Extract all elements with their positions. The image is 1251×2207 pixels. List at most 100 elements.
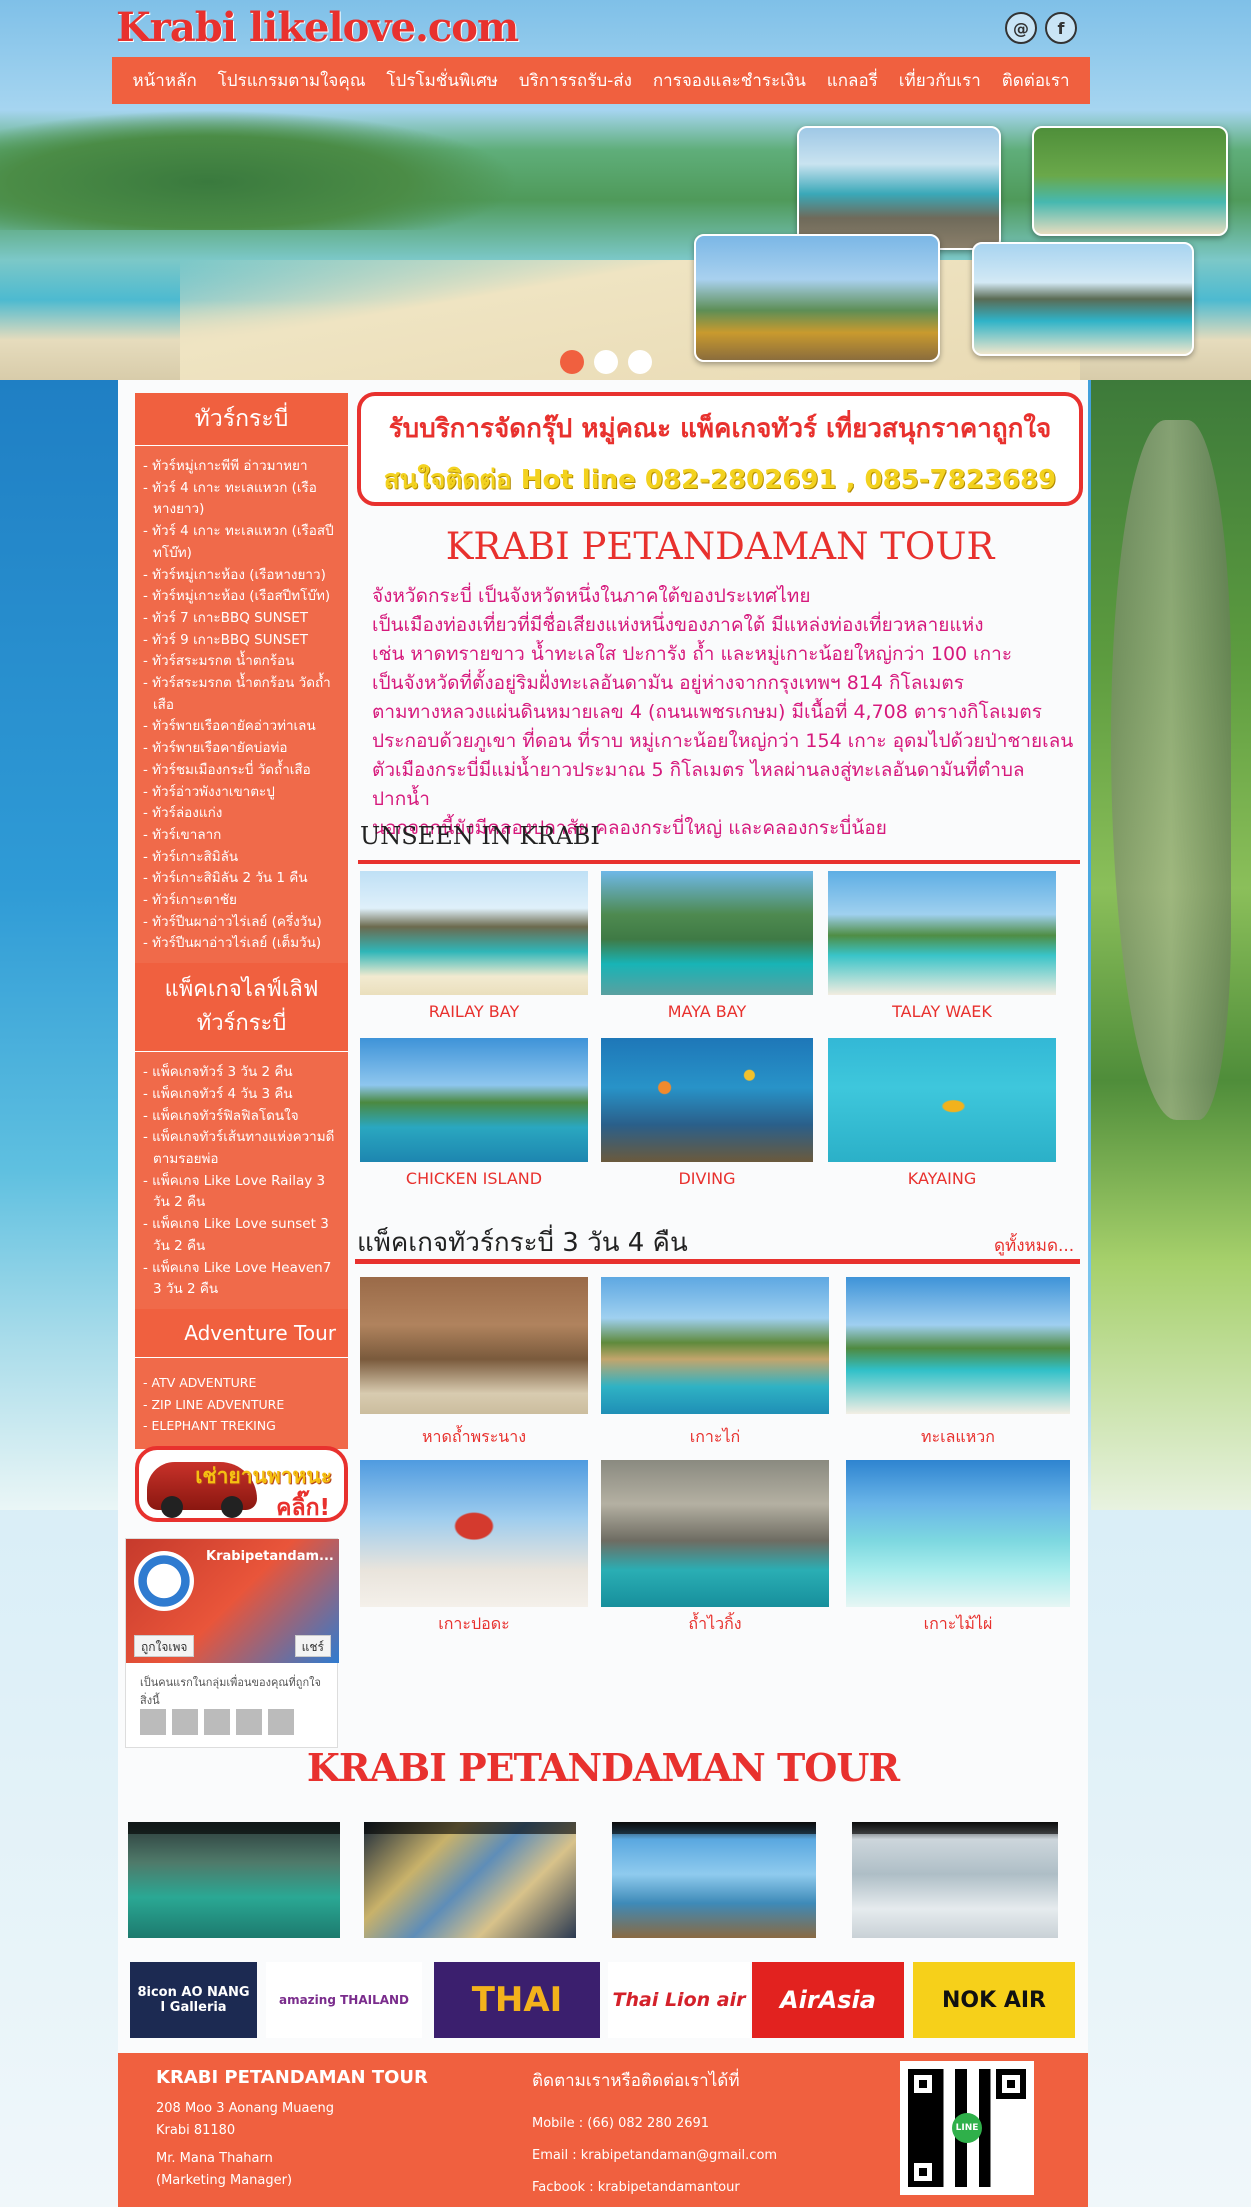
photo-railay-bay[interactable] <box>360 871 588 995</box>
caption-viking-cave[interactable]: ถ้ำไวกิ้ง <box>601 1612 829 1637</box>
sidebar-item-package[interactable]: - แพ็คเกจทัวร์ฟิลฟิลโดนใจ <box>143 1106 340 1128</box>
caption-bamboo-island[interactable]: เกาะไม้ไผ่ <box>846 1612 1070 1637</box>
sidebar-item-package[interactable]: - แพ็คเกจ Like Love Heaven7 3 วัน 2 คืน <box>143 1258 340 1301</box>
right-cliff-background <box>1091 380 1251 1510</box>
car-rental-banner[interactable]: เช่ายานพาหนะ คลิ๊ก! <box>135 1446 348 1522</box>
photo-bamboo-island[interactable] <box>846 1460 1070 1607</box>
package-heading: แพ็คเกจทัวร์กระบี่ 3 วัน 4 คืน <box>357 1228 688 1258</box>
sidebar-item-tour[interactable]: - ทัวร์สระมรกต น้ำตกร้อน <box>143 651 340 673</box>
sidebar-item-tour[interactable]: - ทัวร์เกาะตาชัย <box>143 890 340 912</box>
caption-chicken-island-2[interactable]: เกาะไก่ <box>601 1425 829 1450</box>
nav-gallery[interactable]: แกลอรี่ <box>827 67 878 94</box>
see-all-link[interactable]: ดูทั้งหมด... <box>994 1232 1074 1259</box>
slider-dot-3[interactable] <box>628 350 652 374</box>
sidebar-item-tour[interactable]: - ทัวร์หมู่เกาะห้อง (เรือสปีทโบ๊ท) <box>143 586 340 608</box>
sidebar-adventure-list: - ATV ADVENTURE - ZIP LINE ADVENTURE - E… <box>135 1357 348 1450</box>
sidebar-item-package[interactable]: - แพ็คเกจทัวร์ 4 วัน 3 คืน <box>143 1084 340 1106</box>
photo-talay-waek[interactable] <box>828 871 1056 995</box>
sidebar-item-tour[interactable]: - ทัวร์สระมรกต น้ำตกร้อน วัดถ้ำเสือ <box>143 673 340 716</box>
sidebar-item-package[interactable]: - แพ็คเกจทัวร์ 3 วัน 2 คืน <box>143 1062 340 1084</box>
caption-chicken-island[interactable]: CHICKEN ISLAND <box>360 1169 588 1188</box>
sidebar-item-tour[interactable]: - ทัวร์หมู่เกาะพีพี อ่าวมาหยา <box>143 456 340 478</box>
photo-chicken-island-2[interactable] <box>601 1277 829 1414</box>
footer-email[interactable]: Email : krabipetandaman@gmail.com <box>532 2140 862 2172</box>
facebook-icon[interactable]: f <box>1045 12 1077 44</box>
sidebar-item-tour[interactable]: - ทัวร์พายเรือคายัคบ่อท่อ <box>143 738 340 760</box>
photo-poda-island[interactable] <box>360 1460 588 1607</box>
video-player-3[interactable] <box>612 1822 816 1938</box>
photo-chicken-island[interactable] <box>360 1038 588 1162</box>
video-player-4[interactable] <box>852 1822 1058 1938</box>
sidebar-item-tour[interactable]: - ทัวร์ล่องแก่ง <box>143 803 340 825</box>
sidebar-item-tour[interactable]: - ทัวร์หมู่เกาะห้อง (เรือหางยาว) <box>143 565 340 587</box>
nav-travel-with-us[interactable]: เที่ยวกับเรา <box>899 67 981 94</box>
logo-thai-airways[interactable]: THAI <box>434 1962 600 2038</box>
logo-8icon[interactable]: 8icon AO NANG I Galleria <box>130 1962 257 2038</box>
promo-headline: รับบริการจัดกรุ๊ป หมู่คณะ แพ็คเกจทัวร์ เ… <box>388 414 1052 444</box>
left-sea-background <box>0 380 135 1510</box>
sidebar-item-adventure[interactable]: - ATV ADVENTURE <box>143 1372 340 1394</box>
caption-diving[interactable]: DIVING <box>601 1169 813 1188</box>
caption-maya-bay[interactable]: MAYA BAY <box>601 1002 813 1021</box>
facebook-page-name[interactable]: Krabipetandam... <box>206 1549 334 1564</box>
photo-diving[interactable] <box>601 1038 813 1162</box>
photo-talay-waek-2[interactable] <box>846 1277 1070 1414</box>
sidebar-item-tour[interactable]: - ทัวร์เกาะสิมิลัน <box>143 847 340 869</box>
sidebar-item-tour[interactable]: - ทัวร์ 9 เกาะBBQ SUNSET <box>143 630 340 652</box>
sidebar-item-tour[interactable]: - ทัวร์ชมเมืองกระบี่ วัดถ้ำเสือ <box>143 760 340 782</box>
caption-phra-nang-cave[interactable]: หาดถ้ำพระนาง <box>360 1425 588 1450</box>
email-icon[interactable]: @ <box>1005 12 1037 44</box>
sidebar-heading-packages: แพ็คเกจไลฟ์เลิฟ ทัวร์กระบี่ <box>135 963 348 1053</box>
sidebar-item-package[interactable]: - แพ็คเกจ Like Love sunset 3 วัน 2 คืน <box>143 1214 340 1257</box>
sidebar-item-adventure[interactable]: - ELEPHANT TREKING <box>143 1415 340 1437</box>
caption-talay-waek[interactable]: TALAY WAEK <box>828 1002 1056 1021</box>
video-player-2[interactable] <box>364 1822 576 1938</box>
sidebar-item-tour[interactable]: - ทัวร์เขาลาก <box>143 825 340 847</box>
photo-maya-bay[interactable] <box>601 871 813 995</box>
sidebar-item-package[interactable]: - แพ็คเกจ Like Love Railay 3 วัน 2 คืน <box>143 1171 340 1214</box>
sidebar-item-tour[interactable]: - ทัวร์ปีนผาอ่าวไร่เลย์ (ครึ่งวัน) <box>143 912 340 934</box>
hero-thumb-rocky-beach <box>797 126 1001 250</box>
footer-contact-role: (Marketing Manager) <box>156 2173 293 2188</box>
sidebar-item-tour[interactable]: - ทัวร์ 4 เกาะ ทะเลแหวก (เรือหางยาว) <box>143 478 340 521</box>
hero-banner: Krabi likelove.com @ f หน้าหลัก โปรแกรมต… <box>0 0 1251 380</box>
nav-custom-program[interactable]: โปรแกรมตามใจคุณ <box>218 67 366 94</box>
facebook-like-button[interactable]: ถูกใจเพจ <box>134 1635 195 1657</box>
footer-follow-heading: ติดตามเราหรือติดต่อเราได้ที่ <box>532 2071 740 2091</box>
logo-thai-lion-air[interactable]: Thai Lion air <box>608 1962 750 2038</box>
caption-poda-island[interactable]: เกาะปอดะ <box>360 1612 588 1637</box>
site-logo[interactable]: Krabi likelove.com <box>116 4 519 51</box>
logo-amazing-thailand[interactable]: amazing THAILAND <box>266 1962 422 2038</box>
sidebar-item-tour[interactable]: - ทัวร์อ่าวพังงาเขาตะปู <box>143 782 340 804</box>
facebook-cover[interactable]: Krabipetandam... ถูกใจเพจ แชร์ <box>126 1539 339 1663</box>
sidebar-item-tour[interactable]: - ทัวร์เกาะสิมิลัน 2 วัน 1 คืน <box>143 868 340 890</box>
package-divider <box>355 1259 1080 1264</box>
caption-talay-waek-2[interactable]: ทะเลแหวก <box>846 1425 1070 1450</box>
nav-home[interactable]: หน้าหลัก <box>132 67 196 94</box>
sidebar-item-tour[interactable]: - ทัวร์ปีนผาอ่าวไร่เลย์ (เต็มวัน) <box>143 933 340 955</box>
logo-nok-air[interactable]: NOK AIR <box>913 1962 1075 2038</box>
photo-phra-nang-cave[interactable] <box>360 1277 588 1414</box>
nav-transfer[interactable]: บริการรถรับ-ส่ง <box>519 67 632 94</box>
photo-kayaking[interactable] <box>828 1038 1056 1162</box>
photo-viking-cave[interactable] <box>601 1460 829 1607</box>
caption-kayaking[interactable]: KAYAING <box>828 1169 1056 1188</box>
sidebar-item-tour[interactable]: - ทัวร์ 4 เกาะ ทะเลแหวก (เรือสปีทโบ๊ท) <box>143 521 340 564</box>
facebook-share-button[interactable]: แชร์ <box>294 1635 331 1657</box>
nav-contact[interactable]: ติดต่อเรา <box>1002 67 1070 94</box>
line-qr-code[interactable]: LINE <box>900 2061 1034 2195</box>
sidebar-item-package[interactable]: - แพ็คเกจทัวร์เส้นทางแห่งความดี ตามรอยพ่… <box>143 1127 340 1170</box>
sidebar-item-tour[interactable]: - ทัวร์พายเรือคายัคอ่าวท่าเลน <box>143 716 340 738</box>
nav-booking-payment[interactable]: การจองและชำระเงิน <box>653 67 806 94</box>
logo-airasia[interactable]: AirAsia <box>752 1962 904 2038</box>
caption-railay-bay[interactable]: RAILAY BAY <box>360 1002 588 1021</box>
slider-dot-1[interactable] <box>560 350 584 374</box>
footer-contact-block: ติดตามเราหรือติดต่อเราได้ที่ Mobile : (6… <box>532 2067 862 2204</box>
footer-facebook[interactable]: Facbook : krabipetandamantour <box>532 2172 862 2204</box>
video-player-1[interactable] <box>128 1822 340 1938</box>
nav-promotions[interactable]: โปรโมชั่นพิเศษ <box>386 67 498 94</box>
footer-mobile[interactable]: Mobile : (66) 082 280 2691 <box>532 2108 862 2140</box>
slider-dot-2[interactable] <box>594 350 618 374</box>
sidebar-item-adventure[interactable]: - ZIP LINE ADVENTURE <box>143 1394 340 1416</box>
sidebar-item-tour[interactable]: - ทัวร์ 7 เกาะBBQ SUNSET <box>143 608 340 630</box>
